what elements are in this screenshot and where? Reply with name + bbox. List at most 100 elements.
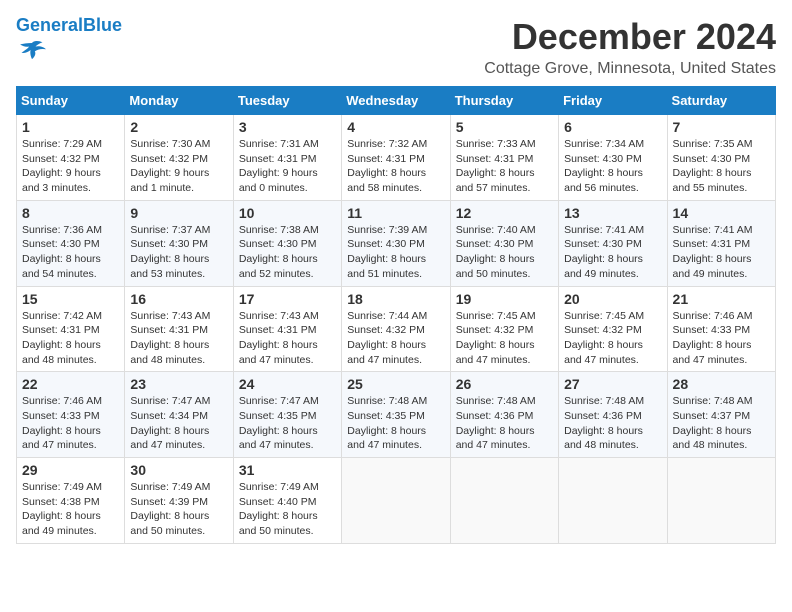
calendar-cell: 25 Sunrise: 7:48 AMSunset: 4:35 PMDaylig… [342, 372, 450, 458]
calendar-cell: 15 Sunrise: 7:42 AMSunset: 4:31 PMDaylig… [17, 286, 125, 372]
day-info: Sunrise: 7:48 AMSunset: 4:36 PMDaylight:… [564, 394, 661, 453]
column-header-wednesday: Wednesday [342, 87, 450, 115]
calendar-cell [667, 458, 775, 544]
day-info: Sunrise: 7:46 AMSunset: 4:33 PMDaylight:… [673, 309, 770, 368]
day-info: Sunrise: 7:42 AMSunset: 4:31 PMDaylight:… [22, 309, 119, 368]
day-info: Sunrise: 7:29 AMSunset: 4:32 PMDaylight:… [22, 137, 119, 196]
calendar-week-row: 29 Sunrise: 7:49 AMSunset: 4:38 PMDaylig… [17, 458, 776, 544]
calendar-cell [342, 458, 450, 544]
calendar-cell: 12 Sunrise: 7:40 AMSunset: 4:30 PMDaylig… [450, 200, 558, 286]
calendar-cell: 10 Sunrise: 7:38 AMSunset: 4:30 PMDaylig… [233, 200, 341, 286]
day-info: Sunrise: 7:35 AMSunset: 4:30 PMDaylight:… [673, 137, 770, 196]
day-info: Sunrise: 7:33 AMSunset: 4:31 PMDaylight:… [456, 137, 553, 196]
calendar-cell: 16 Sunrise: 7:43 AMSunset: 4:31 PMDaylig… [125, 286, 233, 372]
day-number: 17 [239, 291, 336, 307]
day-number: 22 [22, 376, 119, 392]
day-number: 11 [347, 205, 444, 221]
day-number: 9 [130, 205, 227, 221]
day-number: 2 [130, 119, 227, 135]
day-info: Sunrise: 7:41 AMSunset: 4:30 PMDaylight:… [564, 223, 661, 282]
calendar-cell: 14 Sunrise: 7:41 AMSunset: 4:31 PMDaylig… [667, 200, 775, 286]
day-number: 3 [239, 119, 336, 135]
calendar-cell: 21 Sunrise: 7:46 AMSunset: 4:33 PMDaylig… [667, 286, 775, 372]
day-info: Sunrise: 7:48 AMSunset: 4:35 PMDaylight:… [347, 394, 444, 453]
day-number: 5 [456, 119, 553, 135]
day-number: 18 [347, 291, 444, 307]
calendar-cell: 13 Sunrise: 7:41 AMSunset: 4:30 PMDaylig… [559, 200, 667, 286]
day-number: 21 [673, 291, 770, 307]
calendar-cell: 22 Sunrise: 7:46 AMSunset: 4:33 PMDaylig… [17, 372, 125, 458]
day-info: Sunrise: 7:41 AMSunset: 4:31 PMDaylight:… [673, 223, 770, 282]
calendar-week-row: 1 Sunrise: 7:29 AMSunset: 4:32 PMDayligh… [17, 115, 776, 201]
day-number: 20 [564, 291, 661, 307]
calendar-cell [559, 458, 667, 544]
calendar-cell: 11 Sunrise: 7:39 AMSunset: 4:30 PMDaylig… [342, 200, 450, 286]
calendar-cell: 5 Sunrise: 7:33 AMSunset: 4:31 PMDayligh… [450, 115, 558, 201]
calendar-cell: 6 Sunrise: 7:34 AMSunset: 4:30 PMDayligh… [559, 115, 667, 201]
calendar-cell: 18 Sunrise: 7:44 AMSunset: 4:32 PMDaylig… [342, 286, 450, 372]
calendar-cell: 20 Sunrise: 7:45 AMSunset: 4:32 PMDaylig… [559, 286, 667, 372]
day-info: Sunrise: 7:49 AMSunset: 4:38 PMDaylight:… [22, 480, 119, 539]
day-number: 28 [673, 376, 770, 392]
day-info: Sunrise: 7:40 AMSunset: 4:30 PMDaylight:… [456, 223, 553, 282]
day-number: 1 [22, 119, 119, 135]
calendar-cell: 4 Sunrise: 7:32 AMSunset: 4:31 PMDayligh… [342, 115, 450, 201]
day-info: Sunrise: 7:47 AMSunset: 4:35 PMDaylight:… [239, 394, 336, 453]
calendar-week-row: 15 Sunrise: 7:42 AMSunset: 4:31 PMDaylig… [17, 286, 776, 372]
calendar-cell: 2 Sunrise: 7:30 AMSunset: 4:32 PMDayligh… [125, 115, 233, 201]
day-number: 23 [130, 376, 227, 392]
calendar-week-row: 22 Sunrise: 7:46 AMSunset: 4:33 PMDaylig… [17, 372, 776, 458]
day-info: Sunrise: 7:43 AMSunset: 4:31 PMDaylight:… [239, 309, 336, 368]
calendar-cell: 28 Sunrise: 7:48 AMSunset: 4:37 PMDaylig… [667, 372, 775, 458]
day-info: Sunrise: 7:43 AMSunset: 4:31 PMDaylight:… [130, 309, 227, 368]
day-number: 14 [673, 205, 770, 221]
title-block: December 2024 Cottage Grove, Minnesota, … [484, 16, 776, 78]
day-info: Sunrise: 7:31 AMSunset: 4:31 PMDaylight:… [239, 137, 336, 196]
subtitle: Cottage Grove, Minnesota, United States [484, 60, 776, 78]
column-header-thursday: Thursday [450, 87, 558, 115]
calendar-cell: 24 Sunrise: 7:47 AMSunset: 4:35 PMDaylig… [233, 372, 341, 458]
day-number: 15 [22, 291, 119, 307]
calendar-table: SundayMondayTuesdayWednesdayThursdayFrid… [16, 86, 776, 544]
logo-blue: Blue [83, 15, 122, 35]
day-number: 16 [130, 291, 227, 307]
day-number: 8 [22, 205, 119, 221]
calendar-cell: 31 Sunrise: 7:49 AMSunset: 4:40 PMDaylig… [233, 458, 341, 544]
calendar-cell: 1 Sunrise: 7:29 AMSunset: 4:32 PMDayligh… [17, 115, 125, 201]
day-info: Sunrise: 7:45 AMSunset: 4:32 PMDaylight:… [456, 309, 553, 368]
day-number: 31 [239, 462, 336, 478]
day-number: 19 [456, 291, 553, 307]
column-header-monday: Monday [125, 87, 233, 115]
day-info: Sunrise: 7:37 AMSunset: 4:30 PMDaylight:… [130, 223, 227, 282]
logo-general: General [16, 15, 83, 35]
day-number: 29 [22, 462, 119, 478]
day-info: Sunrise: 7:46 AMSunset: 4:33 PMDaylight:… [22, 394, 119, 453]
column-header-friday: Friday [559, 87, 667, 115]
logo: GeneralBlue [16, 16, 122, 69]
day-number: 12 [456, 205, 553, 221]
day-info: Sunrise: 7:48 AMSunset: 4:37 PMDaylight:… [673, 394, 770, 453]
calendar-cell: 17 Sunrise: 7:43 AMSunset: 4:31 PMDaylig… [233, 286, 341, 372]
day-info: Sunrise: 7:49 AMSunset: 4:40 PMDaylight:… [239, 480, 336, 539]
day-info: Sunrise: 7:44 AMSunset: 4:32 PMDaylight:… [347, 309, 444, 368]
calendar-week-row: 8 Sunrise: 7:36 AMSunset: 4:30 PMDayligh… [17, 200, 776, 286]
day-number: 26 [456, 376, 553, 392]
main-title: December 2024 [484, 16, 776, 58]
day-number: 7 [673, 119, 770, 135]
column-header-tuesday: Tuesday [233, 87, 341, 115]
day-number: 10 [239, 205, 336, 221]
day-info: Sunrise: 7:38 AMSunset: 4:30 PMDaylight:… [239, 223, 336, 282]
calendar-cell [450, 458, 558, 544]
day-number: 24 [239, 376, 336, 392]
calendar-cell: 29 Sunrise: 7:49 AMSunset: 4:38 PMDaylig… [17, 458, 125, 544]
day-info: Sunrise: 7:39 AMSunset: 4:30 PMDaylight:… [347, 223, 444, 282]
day-info: Sunrise: 7:30 AMSunset: 4:32 PMDaylight:… [130, 137, 227, 196]
logo-text: GeneralBlue [16, 16, 122, 36]
calendar-cell: 3 Sunrise: 7:31 AMSunset: 4:31 PMDayligh… [233, 115, 341, 201]
day-number: 25 [347, 376, 444, 392]
day-number: 4 [347, 119, 444, 135]
calendar-cell: 8 Sunrise: 7:36 AMSunset: 4:30 PMDayligh… [17, 200, 125, 286]
calendar-cell: 27 Sunrise: 7:48 AMSunset: 4:36 PMDaylig… [559, 372, 667, 458]
calendar-cell: 9 Sunrise: 7:37 AMSunset: 4:30 PMDayligh… [125, 200, 233, 286]
day-info: Sunrise: 7:45 AMSunset: 4:32 PMDaylight:… [564, 309, 661, 368]
